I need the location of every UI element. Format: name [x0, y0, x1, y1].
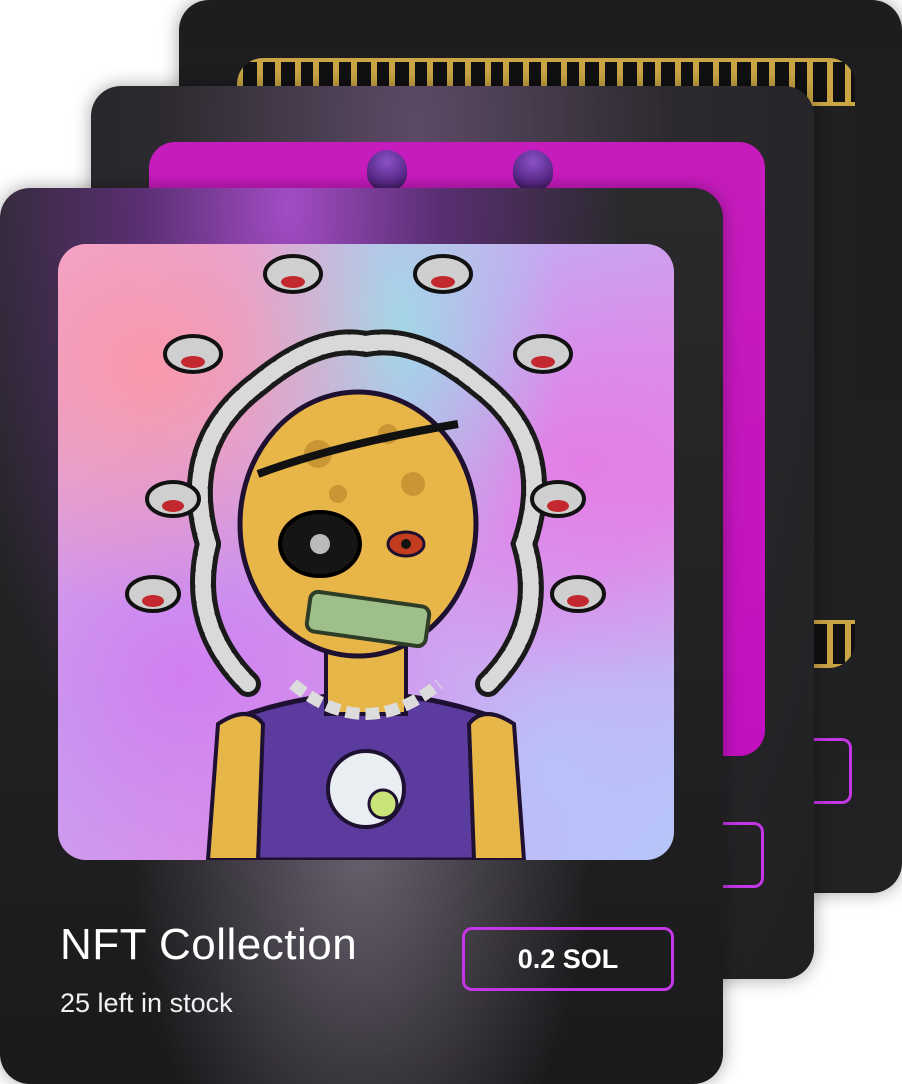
- stock-count: 25 left in stock: [60, 988, 233, 1018]
- price-button-middle[interactable]: [723, 822, 764, 888]
- collection-title: NFT Collection: [60, 920, 358, 969]
- snake-head-icon: [513, 150, 553, 190]
- snake-head-icon: [367, 150, 407, 190]
- price-button-back[interactable]: [811, 738, 852, 804]
- nft-card-front[interactable]: NFT Collection 25 left in stock 0.2 SOL: [0, 188, 723, 1084]
- medusa-character-illustration: [125, 254, 606, 860]
- price-button[interactable]: 0.2 SOL: [462, 927, 674, 991]
- nft-artwork-medusa: [58, 244, 674, 860]
